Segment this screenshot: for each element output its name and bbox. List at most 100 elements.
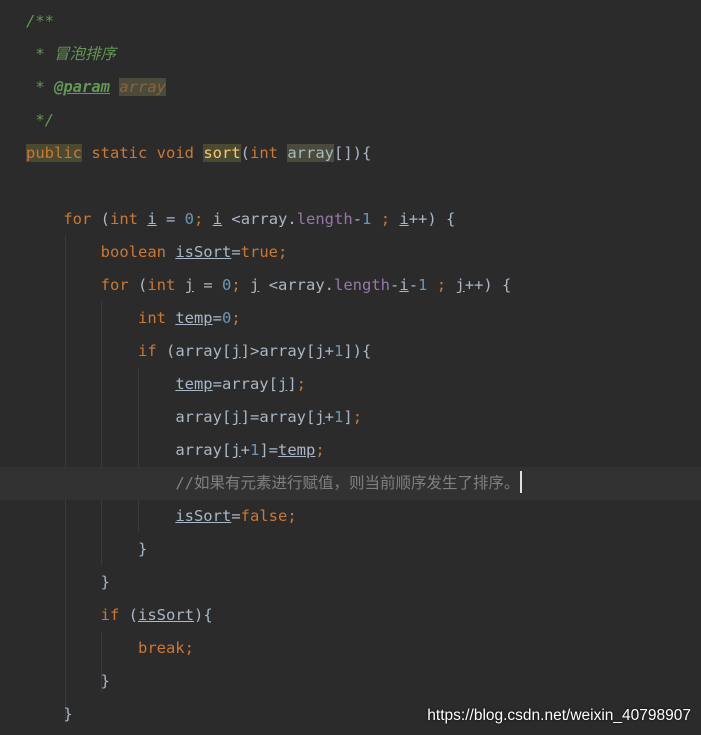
code-token: ; <box>315 441 325 459</box>
code-token: + <box>240 441 250 459</box>
code-token: = <box>231 243 241 261</box>
code-line[interactable]: if (isSort){ <box>0 599 701 632</box>
code-text: for (int i = 0; i <array.length-1 ; i++)… <box>26 203 455 236</box>
code-token: temp <box>175 375 213 393</box>
code-token: for <box>63 210 101 228</box>
code-token: if <box>137 342 166 360</box>
code-token: + <box>324 342 334 360</box>
code-line[interactable]: isSort=false; <box>0 500 701 533</box>
code-line[interactable] <box>0 170 701 203</box>
code-token: } <box>26 573 110 591</box>
code-token: int <box>147 276 185 294</box>
code-line[interactable]: } <box>0 665 701 698</box>
code-token: i <box>147 210 157 228</box>
code-token: int <box>110 210 148 228</box>
code-token: ]){ <box>343 342 372 360</box>
code-token: array[ <box>175 408 232 426</box>
code-token: j <box>315 408 325 426</box>
code-line[interactable]: array[j]=array[j+1]; <box>0 401 701 434</box>
text-caret <box>520 471 523 493</box>
code-token: ]=array[ <box>240 408 316 426</box>
code-token: array <box>287 144 334 162</box>
code-text: } <box>26 566 110 599</box>
code-token: * <box>26 78 54 96</box>
code-token: 0 <box>222 276 232 294</box>
code-text: } <box>26 533 147 566</box>
code-line[interactable]: boolean isSort=true; <box>0 236 701 269</box>
code-token: array <box>119 78 167 96</box>
code-token: } <box>26 672 110 690</box>
code-line[interactable]: break; <box>0 632 701 665</box>
code-token: int <box>137 309 176 327</box>
code-token: =array[ <box>212 375 278 393</box>
code-token: ; <box>371 210 400 228</box>
code-token: <array. <box>259 276 335 294</box>
code-token: = <box>194 276 222 294</box>
code-line[interactable]: temp=array[j]; <box>0 368 701 401</box>
code-line[interactable]: for (int j = 0; j <array.length-i-1 ; j+… <box>0 269 701 302</box>
code-line[interactable]: /** <box>0 5 701 38</box>
code-token: isSort <box>175 243 232 261</box>
code-line[interactable]: array[j+1]=temp; <box>0 434 701 467</box>
code-token: 0 <box>184 210 195 228</box>
code-line[interactable]: if (array[j]>array[j+1]){ <box>0 335 701 368</box>
code-token: + <box>324 408 334 426</box>
code-line[interactable]: int temp=0; <box>0 302 701 335</box>
code-token: 1 <box>334 408 344 426</box>
code-token: */ <box>26 111 54 129</box>
code-token: static void <box>82 144 204 162</box>
code-text: break; <box>26 632 194 665</box>
code-token: ( <box>128 606 138 624</box>
code-line[interactable]: * 冒泡排序 <box>0 38 701 71</box>
code-token: length <box>334 276 391 294</box>
code-text: temp=array[j]; <box>26 368 306 401</box>
code-token: 1 <box>362 210 372 228</box>
code-line[interactable]: */ <box>0 104 701 137</box>
code-text: array[j+1]=temp; <box>26 434 325 467</box>
code-token: temp <box>278 441 316 459</box>
code-token: j <box>315 342 325 360</box>
code-token: ; <box>184 639 194 657</box>
code-text: } <box>26 698 73 731</box>
code-text: //如果有元素进行赋值，则当前顺序发生了排序。 <box>26 467 523 500</box>
code-token: } <box>26 705 73 723</box>
code-token: } <box>26 540 148 558</box>
code-line[interactable]: } <box>0 566 701 599</box>
code-token: i <box>399 276 409 294</box>
code-token: []){ <box>334 144 372 162</box>
code-token: ] <box>343 408 353 426</box>
code-token: j <box>231 408 241 426</box>
code-line[interactable]: for (int i = 0; i <array.length-1 ; i++)… <box>0 203 701 236</box>
code-token: 1 <box>418 276 428 294</box>
code-text: int temp=0; <box>26 302 241 335</box>
code-line[interactable]: } <box>0 533 701 566</box>
code-token: break <box>137 639 185 657</box>
code-token: ; <box>231 276 251 294</box>
code-text: public static void sort(int array[]){ <box>26 137 371 170</box>
code-token: ] <box>287 375 297 393</box>
code-token: = <box>231 507 241 525</box>
code-editor[interactable]: /** * 冒泡排序 * @param array */ public stati… <box>0 0 701 735</box>
code-token: i <box>212 210 223 228</box>
code-line[interactable]: * @param array <box>0 71 701 104</box>
code-token: //如果有元素进行赋值，则当前顺序发生了排序。 <box>175 474 520 492</box>
code-token: false <box>240 507 288 525</box>
code-line[interactable]: public static void sort(int array[]){ <box>0 137 701 170</box>
code-token: isSort <box>138 606 194 624</box>
code-token: = <box>156 210 185 228</box>
code-token: ( <box>137 276 148 294</box>
code-line[interactable]: //如果有元素进行赋值，则当前顺序发生了排序。 <box>0 467 701 500</box>
code-token: ; <box>352 408 363 426</box>
code-text: } <box>26 665 110 698</box>
code-text: boolean isSort=true; <box>26 236 288 269</box>
code-token: j <box>231 342 241 360</box>
code-token: 0 <box>221 309 232 327</box>
code-token: ]>array[ <box>240 342 316 360</box>
